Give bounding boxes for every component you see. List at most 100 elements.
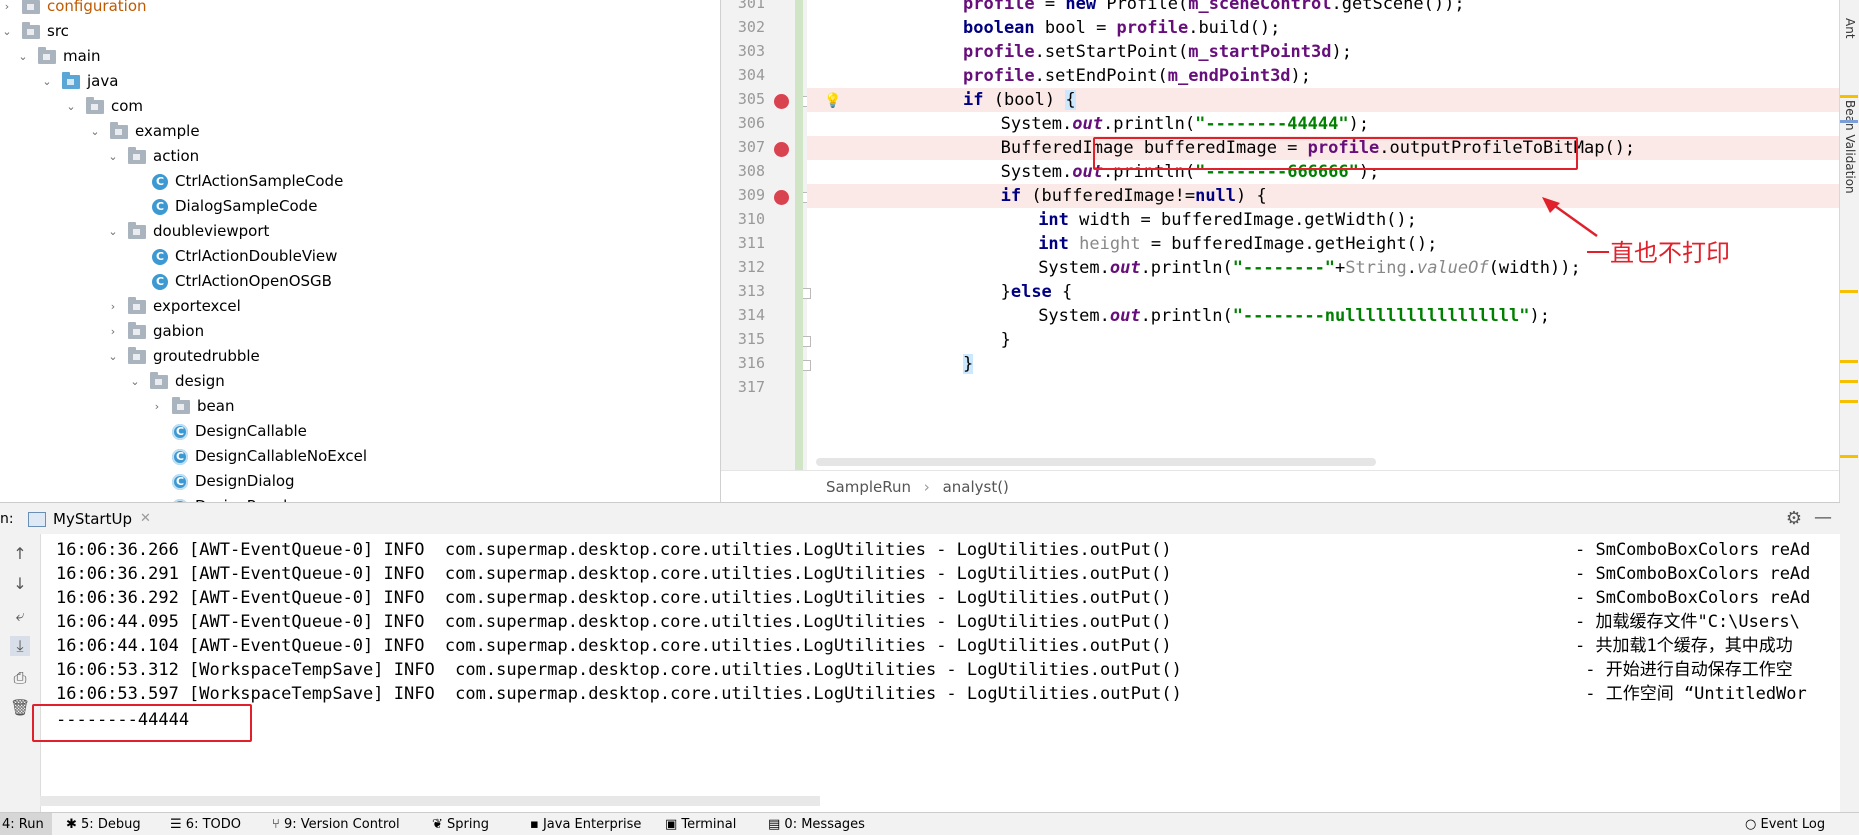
collapse-arrow-icon[interactable]: ⌄ (106, 150, 120, 164)
line-number[interactable]: 310 (721, 210, 765, 228)
event-log-icon: ○ (1745, 817, 1761, 832)
lightbulb-icon[interactable]: 💡 (824, 93, 841, 109)
package-folder-icon (128, 296, 146, 314)
tree-item-label: configuration (47, 0, 147, 15)
down-arrow-icon[interactable]: ↓ (10, 574, 30, 594)
tree-package-groutedrubble[interactable]: ⌄ groutedrubble (106, 344, 260, 369)
warning-marker[interactable] (1840, 360, 1858, 363)
collapse-arrow-icon[interactable]: ⌄ (106, 350, 120, 364)
editor-horizontal-scrollbar[interactable] (816, 458, 1376, 466)
tree-class-designcallable[interactable]: C DesignCallable (172, 419, 307, 444)
tree-package-doubleviewport[interactable]: ⌄ doubleviewport (106, 219, 269, 244)
breakpoint-icon[interactable] (774, 94, 789, 109)
settings-gear-icon[interactable]: ⚙ (1786, 503, 1802, 535)
tree-class-ctrlactionopenosgb[interactable]: C CtrlActionOpenOSGB (152, 269, 332, 294)
breadcrumb-class[interactable]: SampleRun (826, 478, 911, 496)
collapse-arrow-icon[interactable]: ⌄ (40, 75, 54, 89)
line-number[interactable]: 304 (721, 66, 765, 84)
event-log-tab[interactable]: ○ Event Log (1745, 813, 1825, 835)
collapse-arrow-icon[interactable]: ⌄ (16, 50, 30, 64)
line-number[interactable]: 313 (721, 282, 765, 300)
breadcrumb-method[interactable]: analyst() (943, 478, 1009, 496)
expand-arrow-icon[interactable]: › (106, 325, 120, 339)
tree-folder-src[interactable]: ⌄ src (0, 19, 69, 44)
collapse-arrow-icon[interactable]: ⌄ (106, 225, 120, 239)
tree-class-designpanel[interactable]: CDesignPanel (172, 494, 287, 502)
console-horizontal-scrollbar[interactable] (40, 796, 820, 806)
highlight-box-output (32, 704, 252, 742)
collapse-arrow-icon[interactable]: ⌄ (0, 25, 14, 39)
debug-window-tab[interactable]: ✱ 5: Debug (66, 813, 141, 835)
line-number[interactable]: 305 (721, 90, 765, 108)
tree-class-ctrlactionsamplecode[interactable]: C CtrlActionSampleCode (152, 169, 343, 194)
tree-package-design[interactable]: ⌄ design (128, 369, 225, 394)
line-number[interactable]: 314 (721, 306, 765, 324)
line-number[interactable]: 308 (721, 162, 765, 180)
tree-package-gabion[interactable]: › gabion (106, 319, 204, 344)
breakpoint-icon[interactable] (774, 142, 789, 157)
tree-folder-java[interactable]: ⌄ java (40, 69, 118, 94)
expand-arrow-icon[interactable]: › (0, 0, 14, 14)
run-window-tab[interactable]: 4: Run (0, 813, 52, 835)
tree-class-ctrlactiondoubleview[interactable]: C CtrlActionDoubleView (152, 244, 337, 269)
line-number[interactable]: 317 (721, 378, 765, 396)
print-icon[interactable]: ⎙ (10, 668, 30, 688)
java-enterprise-window-tab[interactable]: ▪ Java Enterprise (530, 813, 641, 835)
collapse-arrow-icon[interactable]: ⌄ (88, 125, 102, 139)
tree-folder-main[interactable]: ⌄ main (16, 44, 100, 69)
info-marker[interactable] (1840, 120, 1858, 123)
code-line[interactable]: System.out.println("--------nullllllllll… (1038, 302, 1550, 330)
tree-package-bean[interactable]: › bean (150, 394, 234, 419)
trash-icon[interactable]: 🗑 (10, 698, 30, 718)
bean-validation-tab[interactable]: Bean Validation (1843, 100, 1857, 194)
code-line[interactable]: } (1001, 326, 1011, 354)
tree-class-dialogsamplecode[interactable]: C DialogSampleCode (152, 194, 317, 219)
tree-class-designcallablenoexcel[interactable]: C DesignCallableNoExcel (172, 444, 367, 469)
warning-marker[interactable] (1840, 380, 1858, 383)
warning-marker[interactable] (1840, 455, 1858, 458)
terminal-window-tab[interactable]: ▣ Terminal (665, 813, 736, 835)
scroll-to-end-icon[interactable]: ⤓ (10, 636, 30, 656)
spring-window-tab[interactable]: ❦ Spring (432, 813, 489, 835)
code-line[interactable]: } (963, 350, 974, 378)
tree-item-label: com (111, 97, 144, 115)
tree-package-action[interactable]: ⌄ action (106, 144, 199, 169)
version-control-window-tab[interactable]: ⑂ 9: Version Control (272, 813, 400, 835)
warning-marker[interactable] (1840, 95, 1858, 98)
line-number[interactable]: 312 (721, 258, 765, 276)
minimize-icon[interactable]: — (1814, 503, 1832, 533)
collapse-arrow-icon[interactable]: ⌄ (64, 100, 78, 114)
warning-marker[interactable] (1840, 400, 1858, 403)
todo-window-tab[interactable]: ☰ 6: TODO (170, 813, 241, 835)
line-number[interactable]: 316 (721, 354, 765, 372)
line-number[interactable]: 301 (721, 0, 765, 12)
line-number[interactable]: 302 (721, 18, 765, 36)
ant-tab[interactable]: Ant (1843, 18, 1857, 39)
breakpoint-icon[interactable] (774, 190, 789, 205)
tree-class-designdialog[interactable]: C DesignDialog (172, 469, 295, 494)
tree-item-label: src (47, 22, 69, 40)
tree-package-exportexcel[interactable]: › exportexcel (106, 294, 241, 319)
run-tab-mystartup[interactable]: MyStartUp ✕ (28, 503, 151, 535)
java-class-icon: C (172, 423, 188, 440)
collapse-arrow-icon[interactable]: ⌄ (128, 375, 142, 389)
run-console[interactable]: ↑ ↓ ⤶ ⤓ ⎙ 🗑 16:06:36.266 [AWT-EventQueue… (0, 534, 1840, 812)
expand-arrow-icon[interactable]: › (150, 400, 164, 414)
tool-window-bar: 4: Run ✱ 5: Debug ☰ 6: TODO ⑂ 9: Version… (0, 812, 1859, 835)
messages-window-tab[interactable]: ▤ 0: Messages (768, 813, 865, 835)
expand-arrow-icon[interactable]: › (106, 300, 120, 314)
line-number[interactable]: 311 (721, 234, 765, 252)
warning-marker[interactable] (1840, 290, 1858, 293)
line-number[interactable]: 307 (721, 138, 765, 156)
line-number[interactable]: 306 (721, 114, 765, 132)
close-tab-icon[interactable]: ✕ (140, 503, 151, 535)
soft-wrap-icon[interactable]: ⤶ (10, 606, 30, 626)
line-number[interactable]: 303 (721, 42, 765, 60)
code-line[interactable]: System.out.println("--------"+String.val… (1038, 254, 1581, 282)
tree-folder-configuration[interactable]: › configuration (0, 0, 147, 19)
tree-package-example[interactable]: ⌄ example (88, 119, 200, 144)
tree-package-com[interactable]: ⌄ com (64, 94, 143, 119)
up-arrow-icon[interactable]: ↑ (10, 544, 30, 564)
line-number[interactable]: 315 (721, 330, 765, 348)
line-number[interactable]: 309 (721, 186, 765, 204)
